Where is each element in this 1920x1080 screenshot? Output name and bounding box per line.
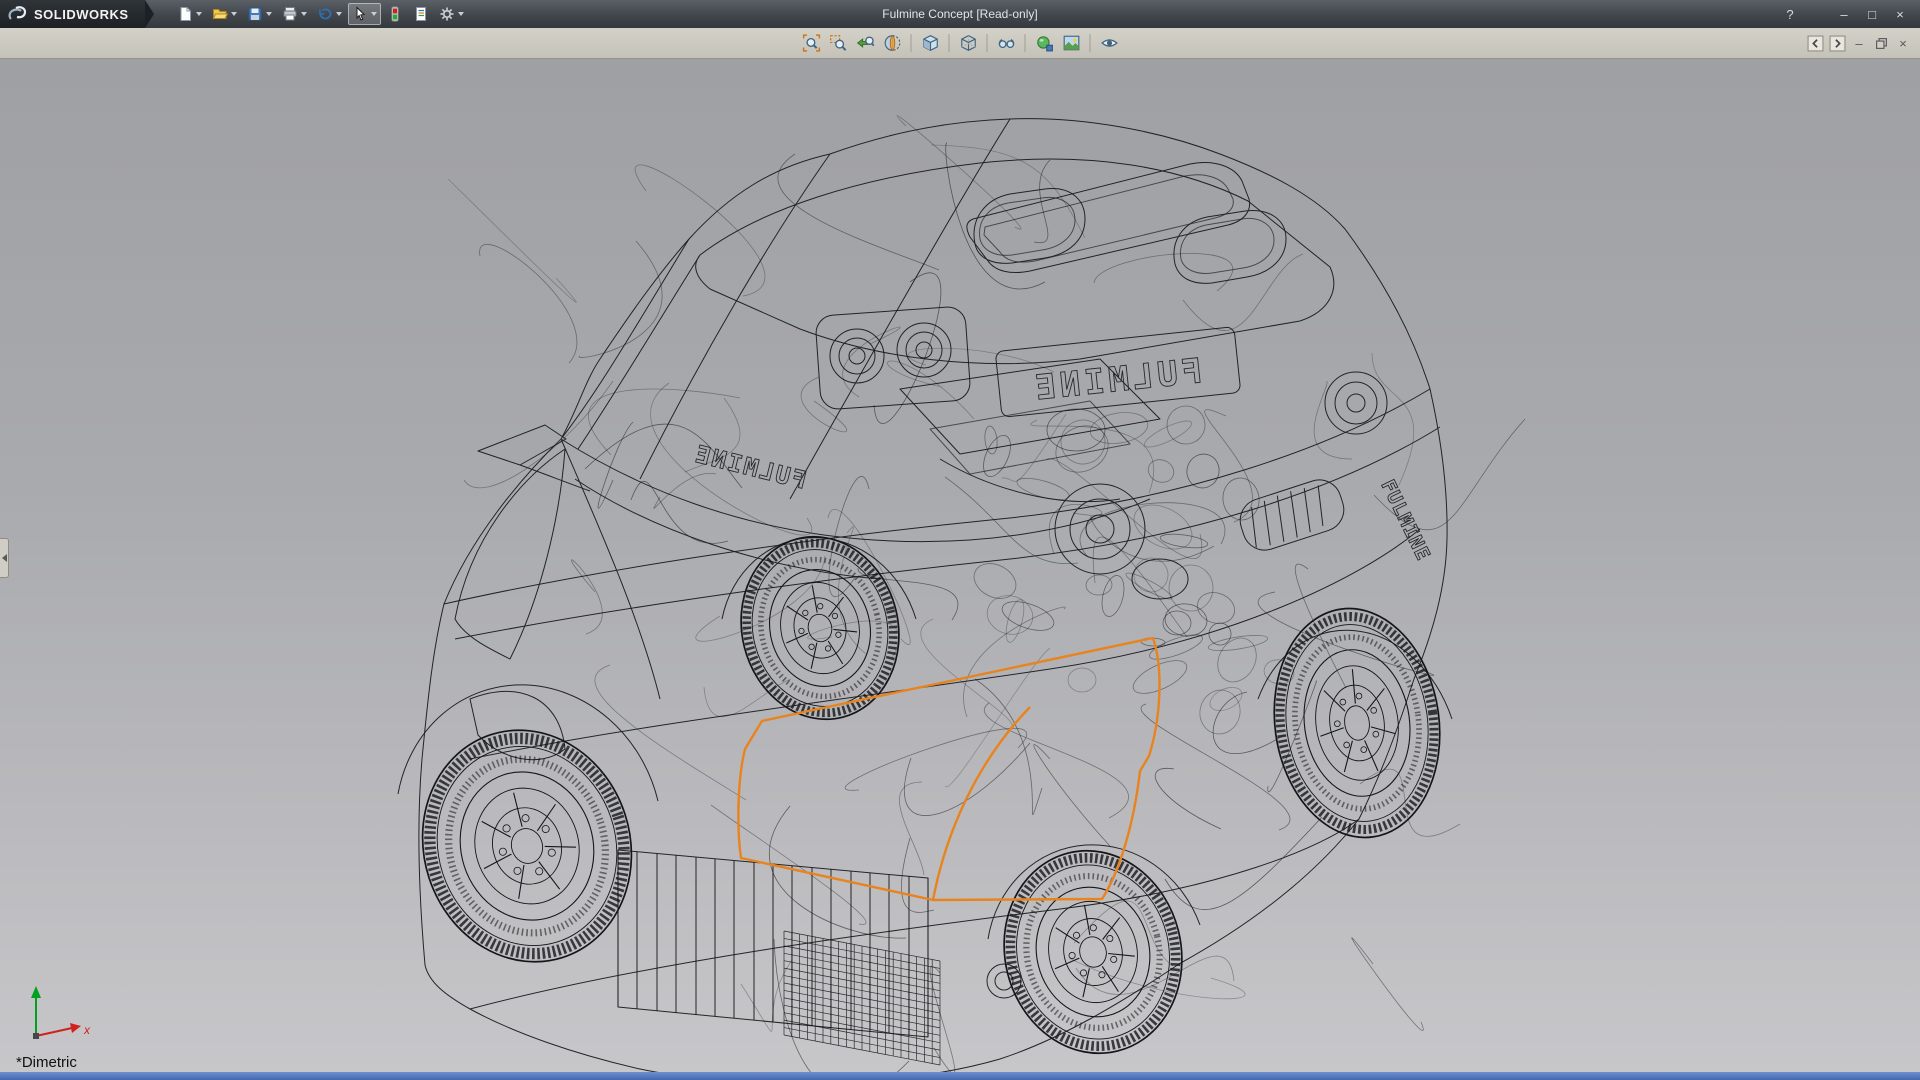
- print-button[interactable]: [278, 3, 311, 25]
- zoom-to-fit-icon: [802, 34, 820, 52]
- next-document-icon: [1829, 35, 1845, 51]
- toolbar-separator: [948, 34, 950, 52]
- solidworks-logo: SOLIDWORKS: [0, 0, 145, 28]
- view-settings-button[interactable]: [1097, 31, 1122, 56]
- dropdown-caret[interactable]: [265, 12, 272, 16]
- view-orientation-button[interactable]: [918, 31, 943, 56]
- model-wordmark-right: FULMINE: [1376, 476, 1434, 564]
- minimize-button[interactable]: –: [1832, 4, 1856, 24]
- section-view-button[interactable]: [880, 31, 905, 56]
- orientation-triad: x: [31, 986, 91, 1039]
- toolbar-separator: [1024, 34, 1026, 52]
- open-document-button[interactable]: [208, 3, 241, 25]
- solidworks-window: SOLIDWORKS Fulmine Concept [Read-only] ?…: [0, 0, 1920, 1080]
- close-document-button[interactable]: ×: [1894, 34, 1912, 52]
- document-window-controls: – ×: [1806, 34, 1920, 52]
- previous-document-icon: [1807, 35, 1823, 51]
- previous-view-button[interactable]: [853, 31, 878, 56]
- print-icon: [283, 7, 297, 21]
- dropdown-caret[interactable]: [300, 12, 307, 16]
- window-controls: ? – □ ×: [1778, 4, 1920, 24]
- save-button[interactable]: [243, 3, 276, 25]
- undo-button[interactable]: [313, 3, 346, 25]
- model-wordmark-rear: FULMINE: [1030, 351, 1205, 409]
- apply-scene-icon: [1063, 35, 1079, 51]
- previous-view-icon: [856, 36, 874, 48]
- undo-icon: [318, 8, 331, 20]
- title-toolbar: [172, 3, 469, 25]
- triad-x-label: x: [83, 1023, 91, 1037]
- heads-up-strip: – ×: [0, 28, 1920, 59]
- rebuild-button[interactable]: [383, 3, 407, 25]
- edit-appearance-sphere-icon: [1036, 36, 1053, 52]
- logo-notch: [144, 0, 154, 28]
- file-properties-button[interactable]: [409, 3, 433, 25]
- heads-up-toolbar: [799, 31, 1122, 56]
- dropdown-caret[interactable]: [370, 12, 377, 16]
- display-style-button[interactable]: [956, 31, 981, 56]
- rebuild-stoplight-icon: [391, 6, 399, 22]
- next-document-button[interactable]: [1828, 34, 1846, 52]
- minimize-document-button[interactable]: –: [1850, 34, 1868, 52]
- options-gear-icon: [440, 7, 454, 21]
- save-icon: [248, 7, 262, 21]
- restore-document-icon: [1875, 37, 1887, 49]
- edit-appearance-button[interactable]: [1032, 31, 1057, 56]
- file-properties-icon: [415, 7, 426, 21]
- select-button[interactable]: [347, 3, 381, 25]
- restore-document-button[interactable]: [1872, 34, 1890, 52]
- maximize-button[interactable]: □: [1860, 4, 1884, 24]
- zoom-to-area-button[interactable]: [826, 31, 851, 56]
- section-view-icon: [884, 35, 900, 51]
- apply-scene-button[interactable]: [1059, 31, 1084, 56]
- zoom-to-area-icon: [829, 35, 846, 51]
- previous-document-button[interactable]: [1806, 34, 1824, 52]
- graphics-viewport[interactable]: FULMINE FULMINE FULMINE x *Dimetric: [0, 59, 1920, 1072]
- options-button[interactable]: [435, 3, 468, 25]
- display-style-wireframe-icon: [960, 35, 976, 51]
- hide-show-glasses-icon: [998, 39, 1014, 49]
- title-bar: SOLIDWORKS Fulmine Concept [Read-only] ?…: [0, 0, 1920, 28]
- brand-text: SOLIDWORKS: [34, 6, 129, 22]
- model-wordmark-left: FULMINE: [691, 440, 810, 495]
- dropdown-caret[interactable]: [335, 12, 342, 16]
- view-settings-eye-icon: [1100, 39, 1118, 47]
- toolbar-separator: [910, 34, 912, 52]
- zoom-to-fit-button[interactable]: [799, 31, 824, 56]
- hide-show-items-button[interactable]: [994, 31, 1019, 56]
- collapse-arrow-icon: [1, 554, 7, 562]
- new-document-icon: [180, 7, 191, 21]
- toolbar-separator: [1089, 34, 1091, 52]
- 3ds-logo-icon: [8, 6, 27, 20]
- open-folder-icon: [212, 9, 228, 19]
- wireframe-model[interactable]: FULMINE FULMINE FULMINE: [0, 59, 1920, 1072]
- help-button[interactable]: ?: [1778, 4, 1802, 24]
- dropdown-caret[interactable]: [457, 12, 464, 16]
- panel-collapse-handle[interactable]: [0, 538, 9, 578]
- select-cursor-icon: [356, 6, 365, 21]
- dropdown-caret[interactable]: [230, 12, 237, 16]
- view-orientation-label: *Dimetric: [16, 1054, 77, 1071]
- dropdown-caret[interactable]: [195, 12, 202, 16]
- view-orientation-cube-icon: [922, 35, 938, 51]
- status-strip: [0, 1072, 1920, 1080]
- toolbar-separator: [986, 34, 988, 52]
- new-document-button[interactable]: [173, 3, 206, 25]
- close-button[interactable]: ×: [1888, 4, 1912, 24]
